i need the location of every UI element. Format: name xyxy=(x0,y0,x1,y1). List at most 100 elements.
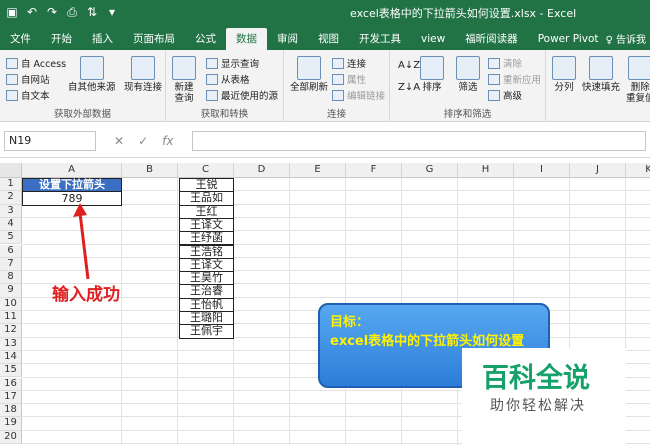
column-header-f[interactable]: F xyxy=(346,163,402,178)
row-header-4[interactable]: 4 xyxy=(0,217,22,232)
cell-c7[interactable]: 王译文 xyxy=(179,257,234,273)
row-header-17[interactable]: 17 xyxy=(0,390,22,405)
tab-8[interactable]: 开发工具 xyxy=(349,28,411,50)
undo-icon[interactable]: ↶ xyxy=(24,4,40,20)
row-header-11[interactable]: 11 xyxy=(0,311,22,325)
cell-c12[interactable]: 王佩宇 xyxy=(179,324,234,339)
row-header-5[interactable]: 5 xyxy=(0,231,22,245)
gridline-horizontal xyxy=(22,243,650,245)
show-queries-button[interactable]: 显示查询 xyxy=(206,56,259,70)
row-header-14[interactable]: 14 xyxy=(0,350,22,365)
enter-icon[interactable]: ✓ xyxy=(138,134,148,148)
filter-button[interactable]: 筛选 xyxy=(456,56,480,93)
tab-3[interactable]: 页面布局 xyxy=(123,28,185,50)
reapply-button[interactable]: 重新应用 xyxy=(488,72,541,86)
queries-icon xyxy=(206,57,218,69)
tab-1[interactable]: 开始 xyxy=(41,28,82,50)
tab-0[interactable]: 文件 xyxy=(0,28,41,50)
flash-fill-button[interactable]: 快速填充 xyxy=(582,56,620,93)
advanced-button[interactable]: 高级 xyxy=(488,88,522,102)
row-header-6[interactable]: 6 xyxy=(0,244,22,258)
tab-4[interactable]: 公式 xyxy=(185,28,226,50)
column-header-j[interactable]: J xyxy=(570,163,626,178)
row-header-10[interactable]: 10 xyxy=(0,297,22,311)
save-icon[interactable]: ▣ xyxy=(4,4,20,20)
insert-function-icon[interactable]: fx xyxy=(162,134,173,148)
row-header-7[interactable]: 7 xyxy=(0,257,22,272)
column-header-h[interactable]: H xyxy=(458,163,514,178)
row-header-2[interactable]: 2 xyxy=(0,191,22,205)
group-get-transform: 新建 查询 显示查询 从表格 最近使用的源 获取和转换 xyxy=(166,50,284,122)
customize-icon[interactable]: ▾ xyxy=(104,4,120,20)
cancel-icon[interactable]: ✕ xyxy=(114,134,124,148)
tab-5[interactable]: 数据 xyxy=(226,28,267,50)
refresh-all-button[interactable]: 全部刷新 xyxy=(290,56,328,93)
new-query-icon xyxy=(172,56,196,80)
name-box[interactable]: N19 xyxy=(4,131,96,151)
column-header-e[interactable]: E xyxy=(290,163,346,178)
row-header-15[interactable]: 15 xyxy=(0,364,22,378)
column-header-d[interactable]: D xyxy=(234,163,290,178)
redo-icon[interactable]: ↷ xyxy=(44,4,60,20)
cell-a1[interactable]: 设置下拉箭头 xyxy=(22,178,122,192)
row-header-1[interactable]: 1 xyxy=(0,178,22,192)
ribbon-tabs: 文件 开始 插入 页面布局 公式 数据 审阅 视图 开发工具 view 福昕阅读器 Power Piv… xyxy=(0,26,650,50)
cell-c2[interactable]: 王品如 xyxy=(179,191,234,206)
callout-title: 目标： xyxy=(330,315,370,330)
tab-2[interactable]: 插入 xyxy=(82,28,123,50)
tab-11[interactable]: Power Pivot xyxy=(528,28,609,50)
column-header-a[interactable]: A xyxy=(22,163,122,178)
text-to-columns-icon xyxy=(552,56,576,80)
edit-links-button[interactable]: 编辑链接 xyxy=(332,88,385,102)
existing-connections-button[interactable]: 现有连接 xyxy=(124,56,162,93)
cell-c10[interactable]: 王怡帆 xyxy=(179,297,234,312)
row-header-3[interactable]: 3 xyxy=(0,204,22,218)
select-all-corner[interactable] xyxy=(0,163,22,178)
tab-6[interactable]: 审阅 xyxy=(267,28,308,50)
column-header-g[interactable]: G xyxy=(402,163,458,178)
formula-bar: N19 ✕ ✓ fx xyxy=(0,122,650,158)
row-header-9[interactable]: 9 xyxy=(0,284,22,298)
remove-duplicates-button[interactable]: 删除 重复值 xyxy=(626,56,650,104)
row-header-12[interactable]: 12 xyxy=(0,324,22,338)
clear-filter-icon xyxy=(488,57,500,69)
table-icon xyxy=(206,73,218,85)
tab-7[interactable]: 视图 xyxy=(308,28,349,50)
row-header-19[interactable]: 19 xyxy=(0,417,22,431)
column-header-k[interactable]: K xyxy=(626,163,650,178)
formula-input[interactable] xyxy=(192,131,646,151)
sort-za-icon[interactable]: Z↓A xyxy=(398,82,420,93)
cell-c5[interactable]: 王纾菡 xyxy=(179,231,234,246)
row-header-8[interactable]: 8 xyxy=(0,271,22,285)
from-web-button[interactable]: 自网站 xyxy=(6,72,50,86)
row-header-16[interactable]: 16 xyxy=(0,377,22,391)
from-table-button[interactable]: 从表格 xyxy=(206,72,250,86)
column-header-c[interactable]: C xyxy=(178,163,234,178)
from-access-button[interactable]: 自 Access xyxy=(6,56,66,70)
other-sources-button[interactable]: 自其他来源 xyxy=(68,56,116,93)
new-query-button[interactable]: 新建 查询 xyxy=(172,56,196,104)
from-text-button[interactable]: 自文本 xyxy=(6,88,50,102)
recent-sources-button[interactable]: 最近使用的源 xyxy=(206,88,278,102)
cell-c6[interactable]: 王浩铭 xyxy=(179,244,234,259)
edit-links-icon xyxy=(332,89,344,101)
column-header-b[interactable]: B xyxy=(122,163,178,178)
row-header-18[interactable]: 18 xyxy=(0,404,22,418)
tell-me-box[interactable]: ♀ 告诉我 xyxy=(605,31,646,46)
print-preview-icon[interactable]: ⎙ xyxy=(64,4,80,20)
sort-az-icon[interactable]: A↓Z xyxy=(398,60,420,71)
cell-c3[interactable]: 王红 xyxy=(179,204,234,219)
row-header-13[interactable]: 13 xyxy=(0,337,22,351)
properties-button[interactable]: 属性 xyxy=(332,72,366,86)
group-data-tools: 分列 快速填充 删除 重复值 xyxy=(546,50,650,122)
column-header-i[interactable]: I xyxy=(514,163,570,178)
connections-button[interactable]: 连接 xyxy=(332,56,366,70)
sort-button[interactable]: 排序 xyxy=(420,56,444,93)
text-to-columns-button[interactable]: 分列 xyxy=(552,56,576,93)
tab-10[interactable]: 福昕阅读器 xyxy=(455,28,528,50)
sort-icon[interactable]: ⇅ xyxy=(84,4,100,20)
clear-button[interactable]: 清除 xyxy=(488,56,522,70)
row-header-20[interactable]: 20 xyxy=(0,430,22,444)
cell-c9[interactable]: 王治睿 xyxy=(179,284,234,299)
tab-9[interactable]: view xyxy=(411,28,455,50)
